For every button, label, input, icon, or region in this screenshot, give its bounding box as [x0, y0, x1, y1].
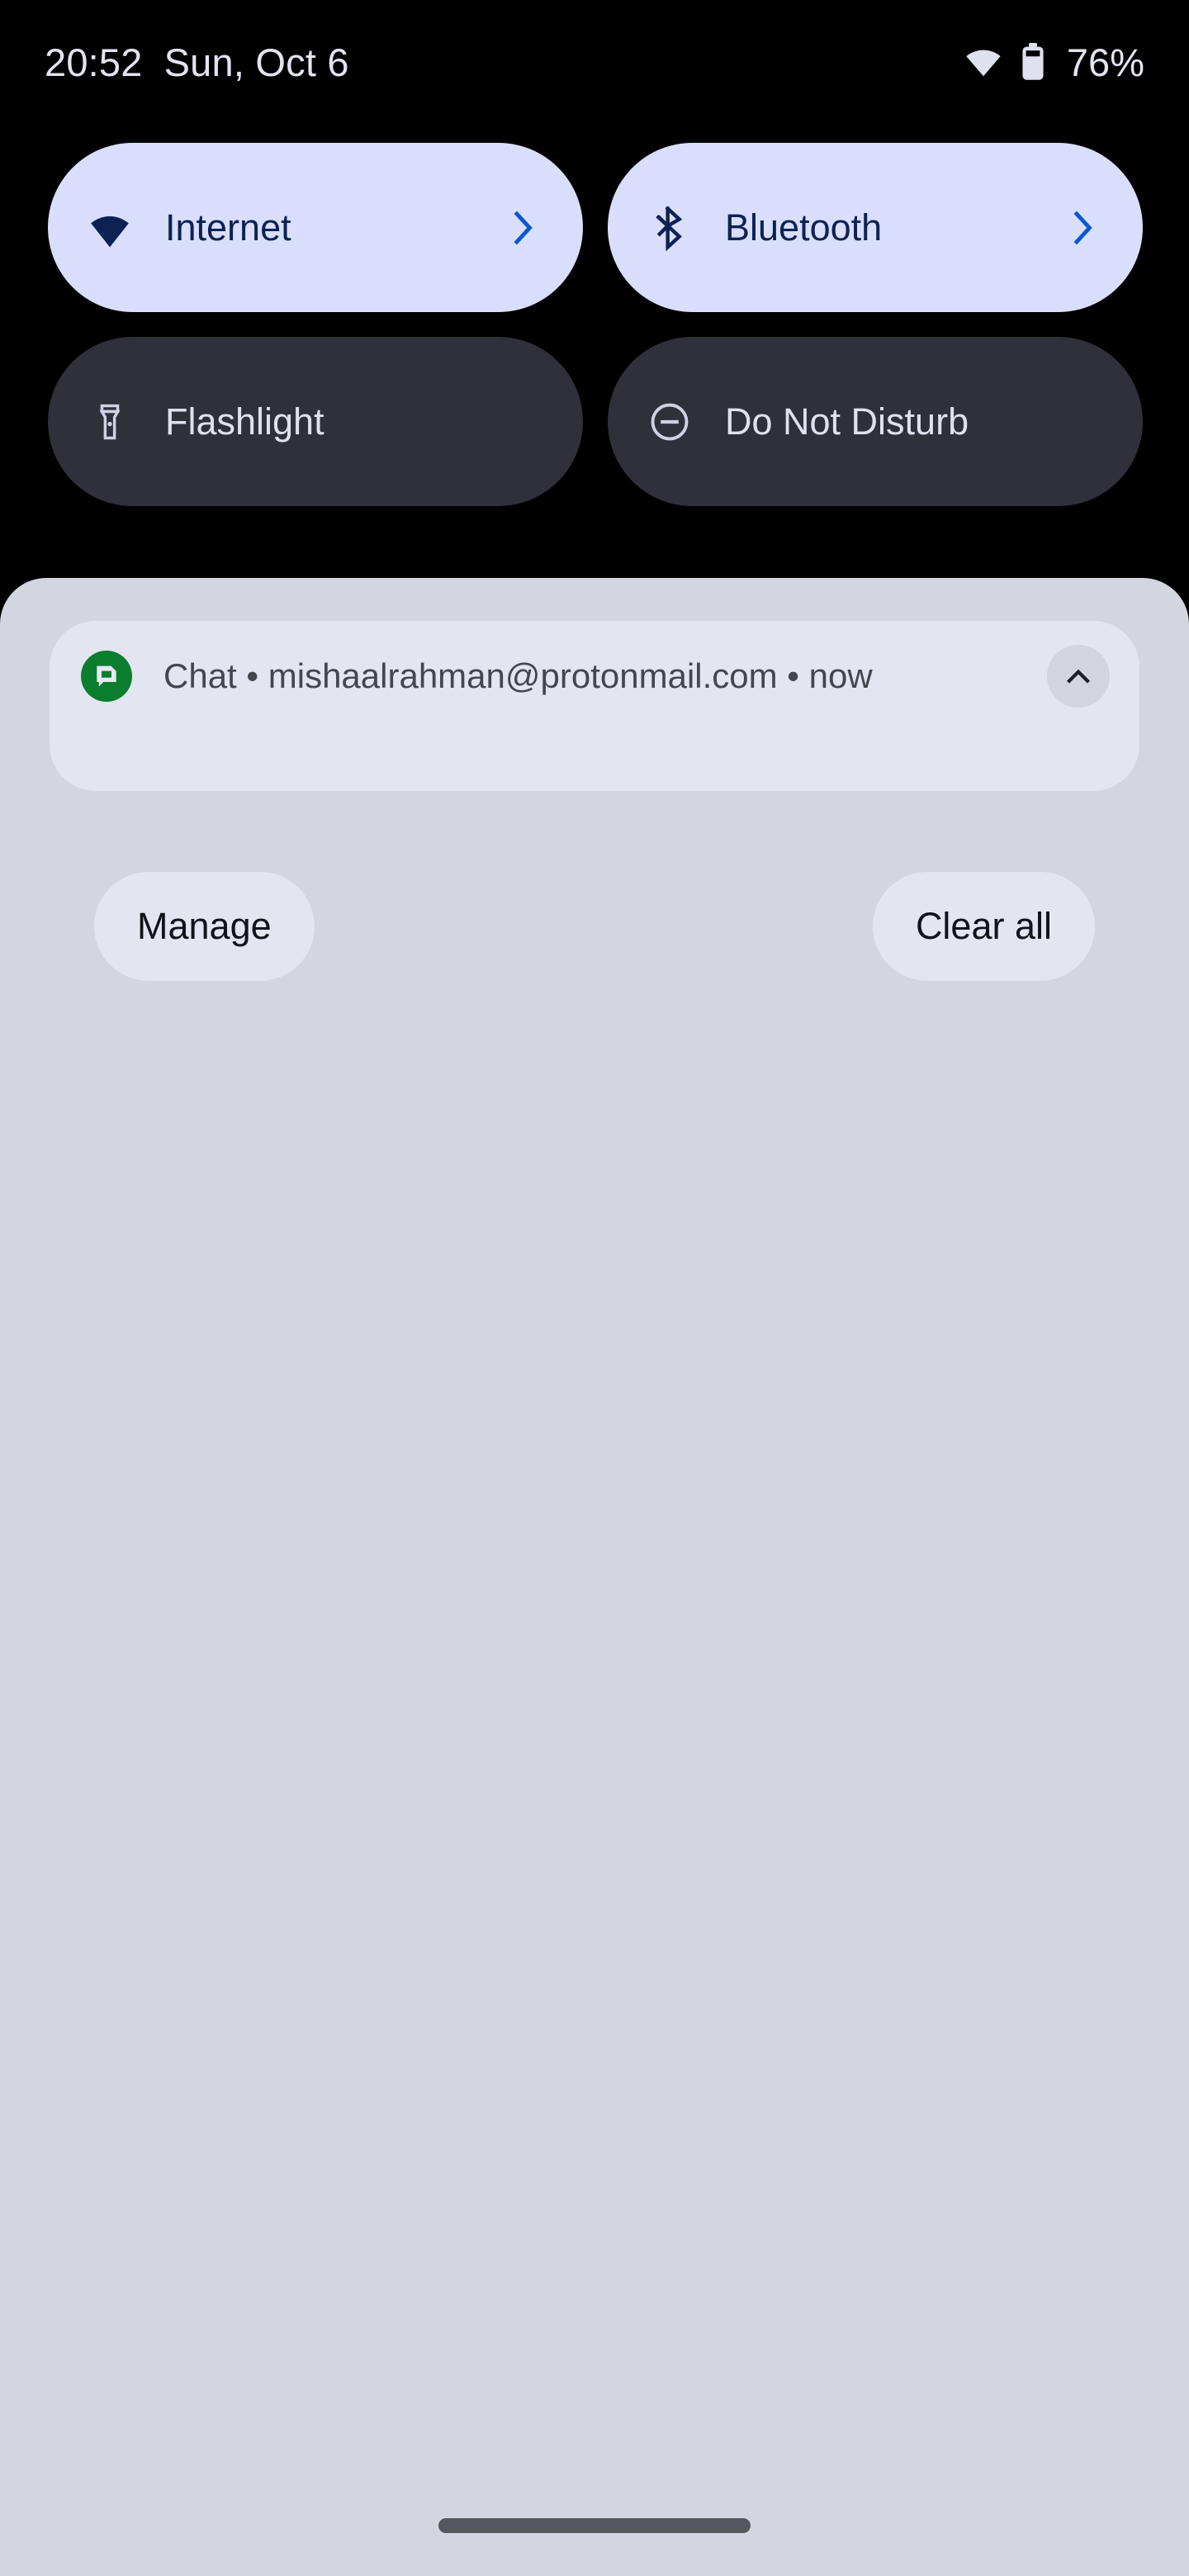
home-gesture-pill[interactable]: [438, 2518, 751, 2533]
chevron-right-icon[interactable]: [509, 209, 537, 247]
quick-settings-grid: Internet Bluetooth Flashlight Do Not Dis…: [48, 143, 1143, 506]
bluetooth-icon: [646, 204, 694, 252]
manage-button[interactable]: Manage: [94, 872, 315, 981]
flashlight-icon: [86, 398, 134, 446]
notification-header-row: Chat • mishaalrahman@protonmail.com • no…: [50, 621, 1139, 732]
qs-tile-do-not-disturb[interactable]: Do Not Disturb: [608, 337, 1143, 506]
clear-all-button[interactable]: Clear all: [872, 872, 1095, 981]
status-bar-right: 76%: [964, 40, 1144, 85]
battery-icon: [1021, 43, 1045, 81]
qs-tile-label: Bluetooth: [725, 206, 883, 249]
do-not-disturb-icon: [646, 398, 694, 446]
wifi-icon: [86, 204, 134, 252]
status-bar-left: 20:52 Sun, Oct 6: [45, 40, 349, 85]
status-bar: 20:52 Sun, Oct 6 76%: [0, 0, 1189, 124]
notification-shade: Chat • mishaalrahman@protonmail.com • no…: [0, 578, 1189, 2576]
wifi-full-icon: [964, 43, 1002, 81]
shade-action-bar: Manage Clear all: [50, 872, 1139, 981]
qs-tile-bluetooth[interactable]: Bluetooth: [608, 143, 1143, 312]
notification-card[interactable]: Chat • mishaalrahman@protonmail.com • no…: [50, 621, 1139, 791]
status-bar-date: Sun, Oct 6: [163, 40, 349, 84]
chevron-right-icon[interactable]: [1068, 209, 1097, 247]
qs-tile-flashlight[interactable]: Flashlight: [48, 337, 583, 506]
android-quick-settings-screen: 20:52 Sun, Oct 6 76% Internet Bluetooth …: [0, 0, 1189, 2576]
google-chat-icon: [81, 651, 132, 702]
qs-tile-label: Internet: [165, 206, 291, 249]
qs-tile-label: Flashlight: [165, 400, 324, 443]
chevron-up-icon[interactable]: [1047, 645, 1110, 708]
status-bar-clock: 20:52: [45, 40, 143, 84]
qs-tile-label: Do Not Disturb: [725, 400, 969, 443]
qs-tile-internet[interactable]: Internet: [48, 143, 583, 312]
notification-summary-text: Chat • mishaalrahman@protonmail.com • no…: [163, 656, 873, 695]
battery-percent-label: 76%: [1066, 40, 1144, 84]
